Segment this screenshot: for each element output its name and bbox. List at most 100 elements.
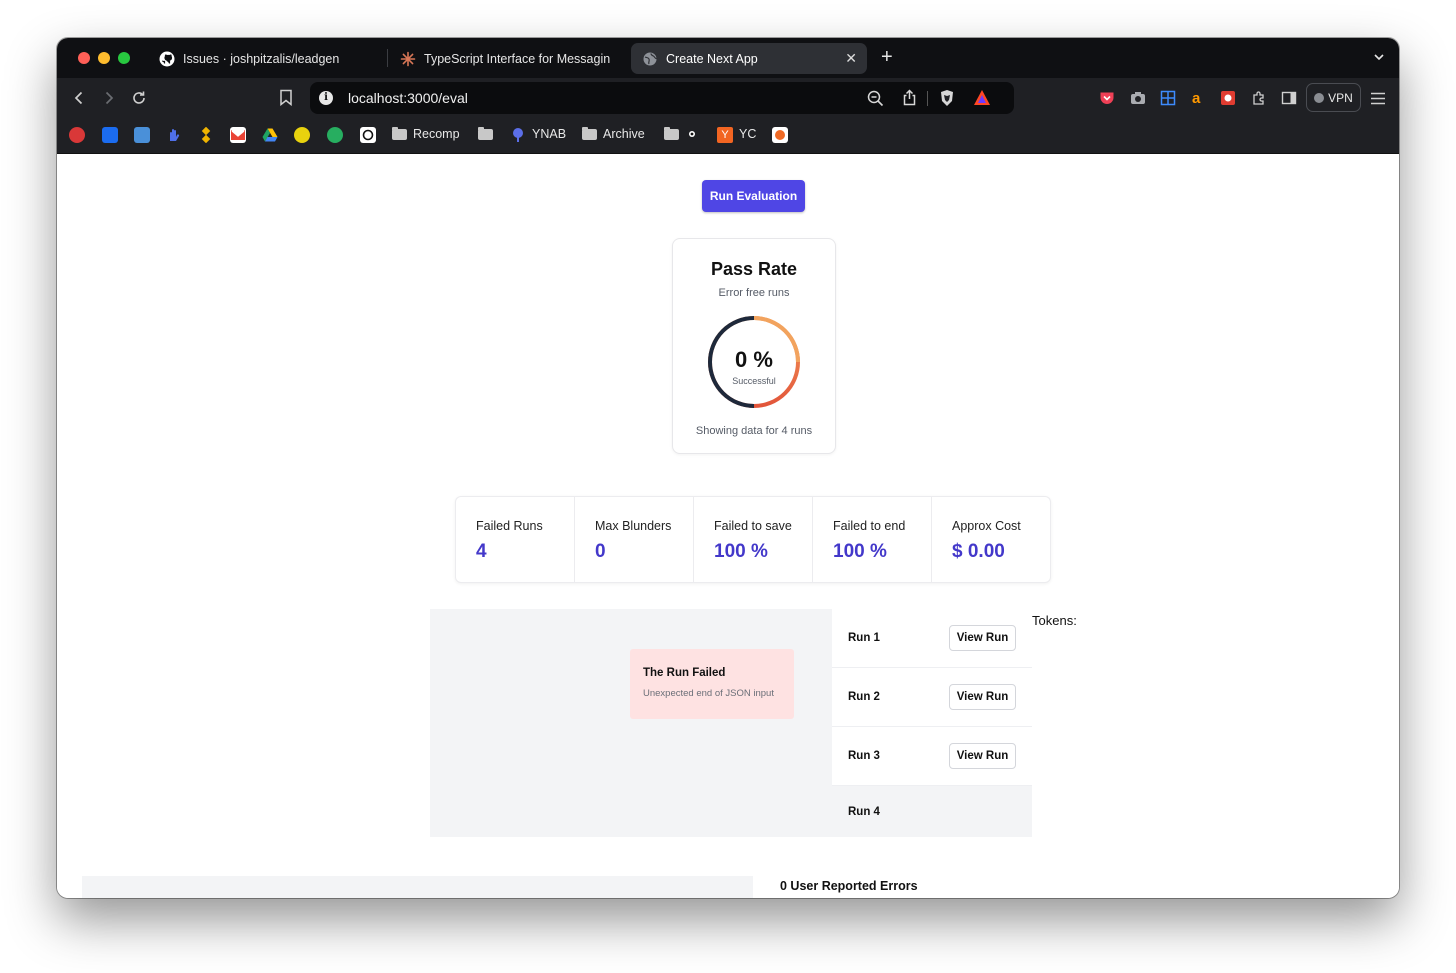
site-info-icon[interactable]: i	[319, 91, 333, 105]
brave-rewards-icon[interactable]	[973, 89, 991, 111]
tab-create-next-app[interactable]: Create Next App ✕	[631, 43, 867, 74]
amazon-icon[interactable]: a	[1190, 90, 1206, 107]
zoom-out-icon[interactable]	[867, 90, 884, 112]
folder-icon	[582, 127, 597, 140]
user-reported-errors-heading: 0 User Reported Errors	[780, 879, 918, 893]
divider	[927, 91, 928, 106]
run-label: Run 4	[848, 806, 880, 818]
list-item[interactable]: Run 2 View Run	[832, 668, 1032, 727]
pass-rate-subtitle: Error free runs	[718, 287, 790, 299]
bookmark-docs-icon[interactable]	[134, 127, 150, 143]
github-icon	[159, 51, 175, 67]
forward-icon[interactable]	[101, 90, 117, 106]
browser-window: Issues · joshpitzalis/leadgen TypeScript…	[57, 38, 1399, 898]
stat-value: 100 %	[714, 541, 768, 562]
error-title: The Run Failed	[643, 667, 726, 679]
tab-list-chevron-icon[interactable]	[1373, 50, 1385, 68]
stat-approx-cost: Approx Cost $ 0.00	[932, 497, 1050, 582]
view-run-button[interactable]: View Run	[949, 625, 1016, 651]
bookmark-recomp[interactable]: Recomp	[413, 127, 460, 141]
tab-separator	[387, 49, 388, 67]
list-item[interactable]: Run 3 View Run	[832, 727, 1032, 786]
stats-panel: Failed Runs 4 Max Blunders 0 Failed to s…	[455, 496, 1051, 583]
bookmark-openai-icon[interactable]	[360, 127, 376, 143]
stat-max-blunders: Max Blunders 0	[575, 497, 694, 582]
sidebar-toggle-icon[interactable]	[1281, 90, 1297, 106]
tab-title: Issues · joshpitzalis/leadgen	[183, 51, 340, 66]
tokens-label: Tokens:	[1032, 613, 1077, 628]
pass-rate-title: Pass Rate	[710, 259, 798, 279]
bookmark-gmail-icon[interactable]	[230, 127, 246, 143]
bookmark-drive-icon[interactable]	[262, 127, 278, 143]
run-label: Run 1	[848, 632, 880, 644]
bookmark-app-icon[interactable]	[69, 127, 85, 143]
page-content: Run Evaluation Pass Rate Error free runs…	[57, 155, 1399, 898]
bookmark-page-icon[interactable]	[279, 89, 293, 111]
bottom-panel	[82, 876, 753, 898]
pass-rate-value: 0 %	[735, 347, 773, 372]
minimize-window-button[interactable]	[98, 52, 110, 64]
pocket-icon[interactable]	[1099, 90, 1115, 106]
stat-label: Failed to save	[714, 519, 792, 533]
tab-title: TypeScript Interface for Messagin	[424, 51, 611, 66]
bookmarks-bar: Recomp YNAB Archive Y YC	[57, 118, 1399, 154]
run-label: Run 3	[848, 750, 880, 762]
bookmark-eye-icon[interactable]	[685, 127, 701, 143]
folder-icon[interactable]	[478, 127, 493, 140]
maximize-window-button[interactable]	[118, 52, 130, 64]
run-error-alert: The Run Failed Unexpected end of JSON in…	[630, 649, 794, 719]
close-window-button[interactable]	[78, 52, 90, 64]
vpn-label: VPN	[1328, 90, 1353, 105]
bookmark-green-icon[interactable]	[327, 127, 343, 143]
svg-text:a: a	[1192, 90, 1201, 106]
stat-label: Approx Cost	[952, 519, 1021, 533]
tab-typescript-interface[interactable]: TypeScript Interface for Messagin	[400, 43, 616, 74]
address-bar[interactable]: i localhost:3000/eval	[310, 82, 1014, 114]
bookmark-trello-icon[interactable]	[102, 127, 118, 143]
run-evaluation-button[interactable]: Run Evaluation	[702, 180, 805, 212]
stat-label: Max Blunders	[595, 519, 672, 533]
reload-icon[interactable]	[131, 90, 147, 106]
url-text[interactable]: localhost:3000/eval	[348, 90, 468, 106]
stat-value: $ 0.00	[952, 541, 1005, 562]
grid-extension-icon[interactable]	[1160, 90, 1176, 106]
bookmark-ynab[interactable]: YNAB	[532, 127, 566, 141]
browser-toolbar: i localhost:3000/eval a VPN	[57, 78, 1399, 118]
bookmark-puzzle-icon[interactable]	[198, 126, 214, 144]
folder-icon	[392, 127, 407, 140]
list-item[interactable]: Run 1 View Run	[832, 609, 1032, 668]
view-run-button[interactable]: View Run	[949, 684, 1016, 710]
pass-rate-caption: Successful	[732, 376, 776, 386]
stat-failed-to-end: Failed to end 100 %	[813, 497, 932, 582]
back-icon[interactable]	[71, 90, 87, 106]
stat-failed-runs: Failed Runs 4	[456, 497, 575, 582]
share-icon[interactable]	[902, 89, 917, 111]
view-run-button[interactable]: View Run	[949, 743, 1016, 769]
vpn-button[interactable]: VPN	[1306, 83, 1361, 112]
claude-icon	[400, 51, 416, 67]
yc-icon: Y	[717, 127, 733, 143]
close-tab-icon[interactable]: ✕	[845, 50, 857, 67]
bookmark-archive[interactable]: Archive	[603, 127, 645, 141]
new-tab-button[interactable]: +	[881, 46, 893, 69]
stat-value: 100 %	[833, 541, 887, 562]
bookmark-orange-icon[interactable]	[772, 127, 788, 143]
bookmark-yc[interactable]: YC	[739, 127, 756, 141]
bookmark-hand-icon[interactable]	[166, 127, 182, 143]
bookmark-yellow-icon[interactable]	[294, 127, 310, 143]
stat-value: 4	[476, 541, 487, 562]
tab-issues[interactable]: Issues · joshpitzalis/leadgen	[159, 43, 384, 74]
camera-icon[interactable]	[1130, 90, 1146, 106]
extension-red-icon[interactable]	[1220, 90, 1236, 106]
brave-shields-icon[interactable]	[939, 89, 955, 112]
error-message: Unexpected end of JSON input	[643, 688, 774, 699]
extensions-puzzle-icon[interactable]	[1251, 90, 1267, 106]
folder-icon[interactable]	[664, 127, 679, 140]
list-item[interactable]: Run 4	[832, 786, 1032, 837]
pass-rate-card: Pass Rate Error free runs 0 % Successful…	[672, 238, 836, 454]
vpn-status-icon	[1314, 92, 1325, 103]
run-label: Run 2	[848, 691, 880, 703]
globe-icon	[642, 51, 658, 67]
ynab-icon	[510, 127, 526, 143]
menu-icon[interactable]	[1370, 92, 1386, 110]
